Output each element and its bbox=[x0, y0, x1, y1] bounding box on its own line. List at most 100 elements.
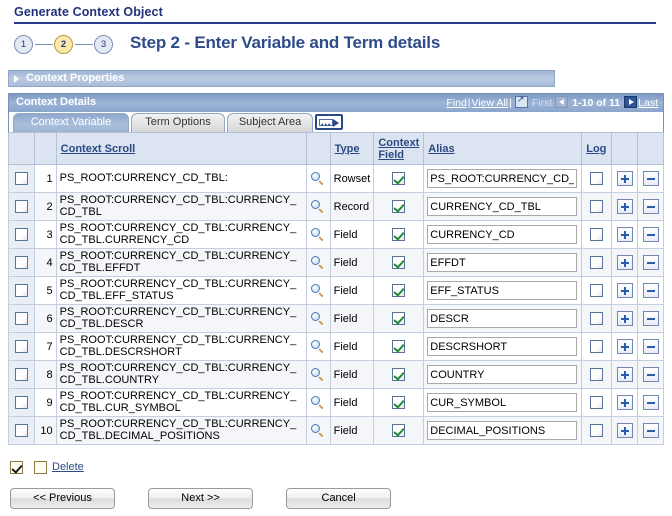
magnifier-icon[interactable] bbox=[311, 311, 325, 326]
column-context-field-link[interactable]: Context Field bbox=[378, 137, 419, 161]
magnifier-icon[interactable] bbox=[311, 227, 325, 242]
context-field-checkbox[interactable] bbox=[392, 284, 406, 297]
step-circle-3[interactable]: 3 bbox=[94, 35, 113, 54]
last-page-link[interactable]: Last bbox=[638, 97, 658, 109]
alias-input[interactable] bbox=[427, 225, 578, 244]
magnifier-icon[interactable] bbox=[311, 255, 325, 270]
download-to-excel-icon[interactable] bbox=[514, 94, 528, 108]
select-all-checkbox[interactable] bbox=[10, 461, 23, 474]
row-select-checkbox[interactable] bbox=[14, 228, 28, 241]
row-select-checkbox[interactable] bbox=[14, 396, 28, 409]
step-circle-1[interactable]: 1 bbox=[14, 35, 33, 54]
row-select-cell bbox=[8, 248, 35, 277]
log-checkbox[interactable] bbox=[590, 172, 604, 185]
context-field-checkbox[interactable] bbox=[392, 172, 406, 185]
row-select-checkbox[interactable] bbox=[14, 200, 28, 213]
magnifier-icon[interactable] bbox=[311, 367, 325, 382]
column-log-link[interactable]: Log bbox=[586, 143, 606, 155]
row-select-checkbox[interactable] bbox=[14, 284, 28, 297]
tab-context-variable[interactable]: Context Variable bbox=[13, 113, 129, 132]
log-checkbox[interactable] bbox=[590, 228, 604, 241]
remove-row-button[interactable] bbox=[642, 283, 659, 298]
remove-row-button[interactable] bbox=[642, 367, 659, 382]
context-field-checkbox[interactable] bbox=[392, 200, 406, 213]
magnifier-icon[interactable] bbox=[311, 339, 325, 354]
log-checkbox[interactable] bbox=[590, 340, 604, 353]
context-field-checkbox[interactable] bbox=[392, 228, 406, 241]
magnifier-icon[interactable] bbox=[311, 423, 325, 438]
alias-input[interactable] bbox=[427, 421, 578, 440]
context-field-checkbox[interactable] bbox=[392, 396, 406, 409]
previous-button[interactable]: << Previous bbox=[10, 488, 115, 509]
alias-input[interactable] bbox=[427, 169, 578, 188]
remove-row-button[interactable] bbox=[642, 171, 659, 186]
alias-input[interactable] bbox=[427, 253, 578, 272]
add-row-button[interactable] bbox=[616, 283, 633, 298]
log-checkbox[interactable] bbox=[590, 312, 604, 325]
magnifier-icon[interactable] bbox=[311, 171, 325, 186]
view-all-link[interactable]: View All bbox=[472, 97, 509, 109]
add-row-button[interactable] bbox=[616, 171, 633, 186]
alias-input[interactable] bbox=[427, 281, 578, 300]
context-field-checkbox[interactable] bbox=[392, 340, 406, 353]
remove-row-cell bbox=[637, 360, 664, 389]
tab-term-options[interactable]: Term Options bbox=[131, 113, 225, 132]
previous-page-icon[interactable] bbox=[555, 96, 569, 108]
next-page-icon[interactable] bbox=[624, 96, 638, 108]
context-field-checkbox[interactable] bbox=[392, 256, 406, 269]
context-field-checkbox[interactable] bbox=[392, 424, 406, 437]
add-row-button[interactable] bbox=[616, 395, 633, 410]
delete-link[interactable]: Delete bbox=[52, 461, 84, 473]
add-row-button[interactable] bbox=[616, 367, 633, 382]
add-row-cell bbox=[611, 220, 639, 249]
context-field-checkbox[interactable] bbox=[392, 368, 406, 381]
log-cell bbox=[581, 192, 613, 221]
magnifier-icon[interactable] bbox=[311, 199, 325, 214]
row-select-checkbox[interactable] bbox=[14, 256, 28, 269]
magnifier-icon[interactable] bbox=[311, 283, 325, 298]
row-select-checkbox[interactable] bbox=[14, 312, 28, 325]
remove-row-button[interactable] bbox=[642, 395, 659, 410]
remove-row-button[interactable] bbox=[642, 199, 659, 214]
add-row-button[interactable] bbox=[616, 255, 633, 270]
alias-input[interactable] bbox=[427, 337, 578, 356]
tab-subject-area[interactable]: Subject Area bbox=[227, 113, 313, 132]
alias-cell bbox=[423, 248, 583, 277]
row-select-checkbox[interactable] bbox=[14, 172, 28, 185]
add-row-button[interactable] bbox=[616, 227, 633, 242]
row-select-checkbox[interactable] bbox=[14, 340, 28, 353]
context-properties-section-header[interactable]: Context Properties bbox=[8, 70, 555, 87]
remove-row-button[interactable] bbox=[642, 423, 659, 438]
column-alias-link[interactable]: Alias bbox=[428, 143, 454, 155]
add-row-button[interactable] bbox=[616, 423, 633, 438]
log-checkbox[interactable] bbox=[590, 368, 604, 381]
log-checkbox[interactable] bbox=[590, 284, 604, 297]
row-select-checkbox[interactable] bbox=[14, 368, 28, 381]
deselect-all-checkbox[interactable] bbox=[34, 461, 48, 474]
magnifier-icon[interactable] bbox=[311, 395, 325, 410]
remove-row-button[interactable] bbox=[642, 255, 659, 270]
alias-input[interactable] bbox=[427, 365, 578, 384]
remove-row-button[interactable] bbox=[642, 311, 659, 326]
log-checkbox[interactable] bbox=[590, 424, 604, 437]
alias-input[interactable] bbox=[427, 197, 578, 216]
add-row-button[interactable] bbox=[616, 311, 633, 326]
column-type-link[interactable]: Type bbox=[335, 143, 360, 155]
add-row-button[interactable] bbox=[616, 199, 633, 214]
show-all-columns-icon[interactable]: ••• bbox=[315, 114, 343, 130]
remove-row-button[interactable] bbox=[642, 339, 659, 354]
cancel-button[interactable]: Cancel bbox=[286, 488, 392, 509]
row-select-checkbox[interactable] bbox=[14, 424, 28, 437]
log-checkbox[interactable] bbox=[590, 256, 604, 269]
context-field-checkbox[interactable] bbox=[392, 312, 406, 325]
step-circle-2[interactable]: 2 bbox=[54, 35, 73, 54]
next-button[interactable]: Next >> bbox=[148, 488, 254, 509]
alias-input[interactable] bbox=[427, 309, 578, 328]
log-checkbox[interactable] bbox=[590, 200, 604, 213]
column-context-scroll-link[interactable]: Context Scroll bbox=[61, 143, 136, 155]
alias-input[interactable] bbox=[427, 393, 578, 412]
find-link[interactable]: Find bbox=[446, 97, 466, 109]
log-checkbox[interactable] bbox=[590, 396, 604, 409]
add-row-button[interactable] bbox=[616, 339, 633, 354]
remove-row-button[interactable] bbox=[642, 227, 659, 242]
